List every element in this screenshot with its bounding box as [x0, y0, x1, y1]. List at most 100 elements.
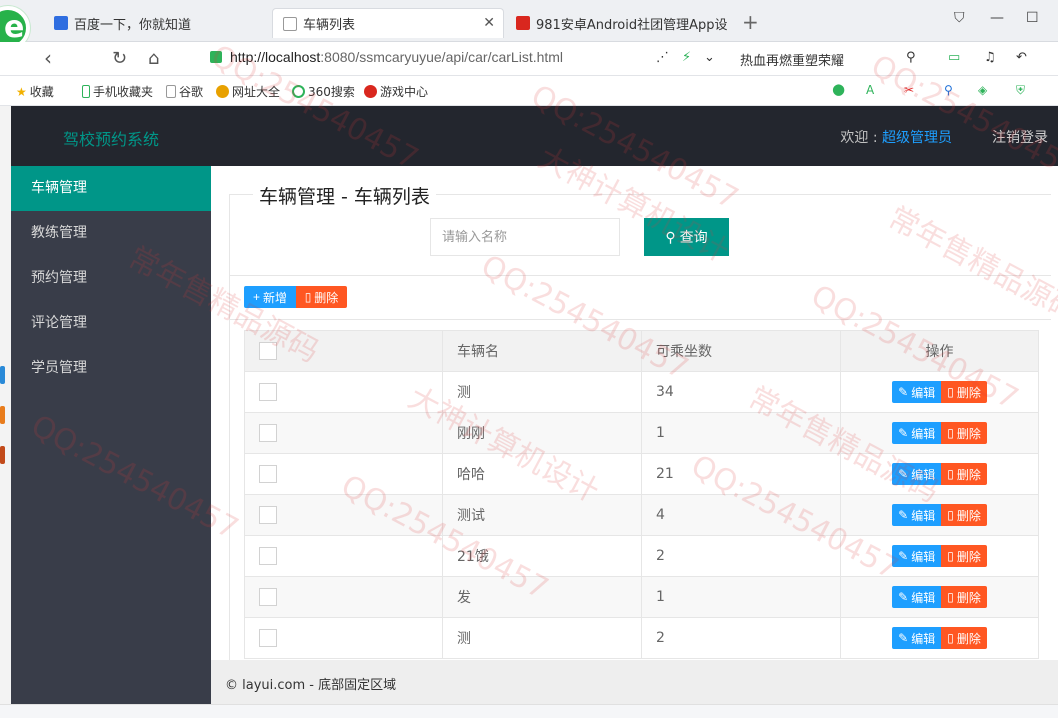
- batch-delete-button[interactable]: ▯ 删除: [296, 286, 347, 308]
- row-checkbox[interactable]: [259, 506, 277, 524]
- delete-button[interactable]: ▯ 删除: [941, 504, 987, 526]
- nav-item-comment-management[interactable]: 评论管理: [11, 301, 211, 346]
- magnifier-icon[interactable]: ⚲: [944, 83, 953, 97]
- search-button[interactable]: ⚲ 查询: [644, 218, 729, 256]
- bookmark-label: 360搜索: [308, 85, 355, 99]
- trash-icon: ▯: [947, 549, 954, 563]
- table-row: 测 2 ✎ 编辑 ▯ 删除: [244, 617, 1039, 659]
- search-suggestion[interactable]: 热血再燃重塑荣耀: [740, 50, 844, 69]
- undo-icon[interactable]: ↶: [1016, 50, 1027, 65]
- page-icon: [283, 16, 297, 31]
- table-row: 测试 4 ✎ 编辑 ▯ 删除: [244, 494, 1039, 536]
- translate-icon[interactable]: A: [866, 83, 874, 97]
- delete-button[interactable]: ▯ 删除: [941, 381, 987, 403]
- maximize-icon[interactable]: ☐: [1026, 10, 1039, 26]
- star-icon: ★: [16, 85, 27, 99]
- search-icon[interactable]: ⚲: [906, 50, 916, 65]
- share-icon[interactable]: ⋰: [656, 50, 669, 65]
- reload-icon[interactable]: ↻: [112, 48, 127, 69]
- logout-link[interactable]: 注销登录: [992, 127, 1048, 147]
- table-row: 刚刚 1 ✎ 编辑 ▯ 删除: [244, 412, 1039, 454]
- edit-button[interactable]: ✎ 编辑: [892, 463, 942, 485]
- bookmark-games[interactable]: 游戏中心: [364, 83, 428, 100]
- delete-button[interactable]: ▯ 删除: [941, 463, 987, 485]
- divider: [229, 275, 1051, 276]
- column-header-seats[interactable]: 可乘坐数: [641, 330, 841, 372]
- shield-icon[interactable]: ⛨: [1016, 83, 1025, 98]
- pencil-icon: ✎: [898, 467, 909, 481]
- edit-button[interactable]: ✎ 编辑: [892, 504, 942, 526]
- headphones-icon[interactable]: ♫: [984, 50, 996, 65]
- bookmark-favorites[interactable]: ★ 收藏: [16, 83, 54, 100]
- delete-button[interactable]: ▯ 删除: [941, 545, 987, 567]
- browser-tab-app[interactable]: 981安卓Android社团管理App设: [506, 8, 734, 38]
- row-checkbox[interactable]: [259, 383, 277, 401]
- bookmark-label: 网址大全: [232, 85, 281, 99]
- bookmark-label: 手机收藏夹: [93, 85, 154, 99]
- battery-icon[interactable]: ▭: [948, 50, 960, 65]
- browser-tab-car-list[interactable]: 车辆列表 ✕: [272, 8, 504, 38]
- bookmark-360[interactable]: 360搜索: [292, 83, 355, 100]
- minimize-icon[interactable]: —: [990, 10, 1004, 26]
- divider: [229, 319, 1051, 320]
- browser-tab-baidu[interactable]: 百度一下，你就知道: [44, 8, 269, 38]
- scissors-icon[interactable]: ✂: [904, 83, 914, 97]
- back-icon[interactable]: ‹: [44, 46, 52, 70]
- shirt-icon[interactable]: ⛉: [954, 10, 965, 26]
- extension-icon[interactable]: ●: [832, 80, 845, 98]
- add-button[interactable]: + 新增: [244, 286, 296, 308]
- edit-button[interactable]: ✎ 编辑: [892, 545, 942, 567]
- nav-item-coach-management[interactable]: 教练管理: [11, 211, 211, 256]
- pencil-icon: ✎: [898, 426, 909, 440]
- seats-cell: 1: [641, 576, 841, 618]
- app-logo[interactable]: 驾校预约系统: [63, 126, 159, 150]
- close-tab-icon[interactable]: ✕: [483, 15, 495, 31]
- car-name-cell: 哈哈: [442, 453, 642, 495]
- delete-label: 删除: [956, 426, 981, 441]
- nav-item-student-management[interactable]: 学员管理: [11, 346, 211, 391]
- chevron-down-icon[interactable]: ⌄: [704, 50, 715, 65]
- delete-label: 删除: [956, 590, 981, 605]
- row-checkbox[interactable]: [259, 465, 277, 483]
- column-header-name[interactable]: 车辆名: [442, 330, 642, 372]
- row-checkbox[interactable]: [259, 588, 277, 606]
- lightning-icon[interactable]: ⚡: [682, 50, 691, 65]
- home-icon[interactable]: ⌂: [148, 48, 159, 69]
- car-name-cell: 测: [442, 371, 642, 413]
- edit-label: 编辑: [911, 426, 936, 441]
- column-header-ops: 操作: [840, 330, 1039, 372]
- row-checkbox[interactable]: [259, 547, 277, 565]
- bookmark-sites[interactable]: 网址大全: [216, 83, 280, 100]
- edit-button[interactable]: ✎ 编辑: [892, 627, 942, 649]
- edit-label: 编辑: [911, 385, 936, 400]
- phone-icon: [82, 85, 90, 98]
- delete-button[interactable]: ▯ 删除: [941, 586, 987, 608]
- nav-item-car-management[interactable]: 车辆管理: [11, 166, 211, 211]
- trash-icon: ▯: [947, 631, 954, 645]
- edit-button[interactable]: ✎ 编辑: [892, 381, 942, 403]
- footer-text: © layui.com - 底部固定区域: [225, 678, 397, 693]
- row-checkbox[interactable]: [259, 424, 277, 442]
- sites-icon: [216, 85, 229, 98]
- url-field[interactable]: http://localhost:8080/ssmcaryuyue/api/ca…: [230, 49, 563, 65]
- row-select-cell: [244, 412, 443, 454]
- tab-title: 车辆列表: [303, 18, 356, 33]
- bookmark-google[interactable]: 谷歌: [166, 83, 203, 100]
- edit-button[interactable]: ✎ 编辑: [892, 422, 942, 444]
- gamepad-icon[interactable]: ◈: [978, 83, 987, 97]
- select-all-checkbox[interactable]: [259, 342, 277, 360]
- new-tab-icon[interactable]: +: [742, 10, 759, 34]
- delete-button[interactable]: ▯ 删除: [941, 422, 987, 444]
- table-body: 测 34 ✎ 编辑 ▯ 删除 刚刚 1 ✎ 编辑 ▯ 删除 哈哈 21 ✎ 编辑 ▯ 删除 测试 4 ✎ 编辑 ▯ 删除 21饿…: [244, 371, 1039, 659]
- admin-name-link[interactable]: 超级管理员: [882, 130, 952, 146]
- url-host: http://localhost: [230, 49, 321, 65]
- nav-item-booking-management[interactable]: 预约管理: [11, 256, 211, 301]
- pencil-icon: ✎: [898, 385, 909, 399]
- plus-icon: +: [252, 290, 260, 304]
- pencil-icon: ✎: [898, 631, 909, 645]
- delete-button[interactable]: ▯ 删除: [941, 627, 987, 649]
- bookmark-mobile[interactable]: 手机收藏夹: [82, 83, 153, 100]
- search-input[interactable]: [430, 218, 620, 256]
- edit-button[interactable]: ✎ 编辑: [892, 586, 942, 608]
- row-checkbox[interactable]: [259, 629, 277, 647]
